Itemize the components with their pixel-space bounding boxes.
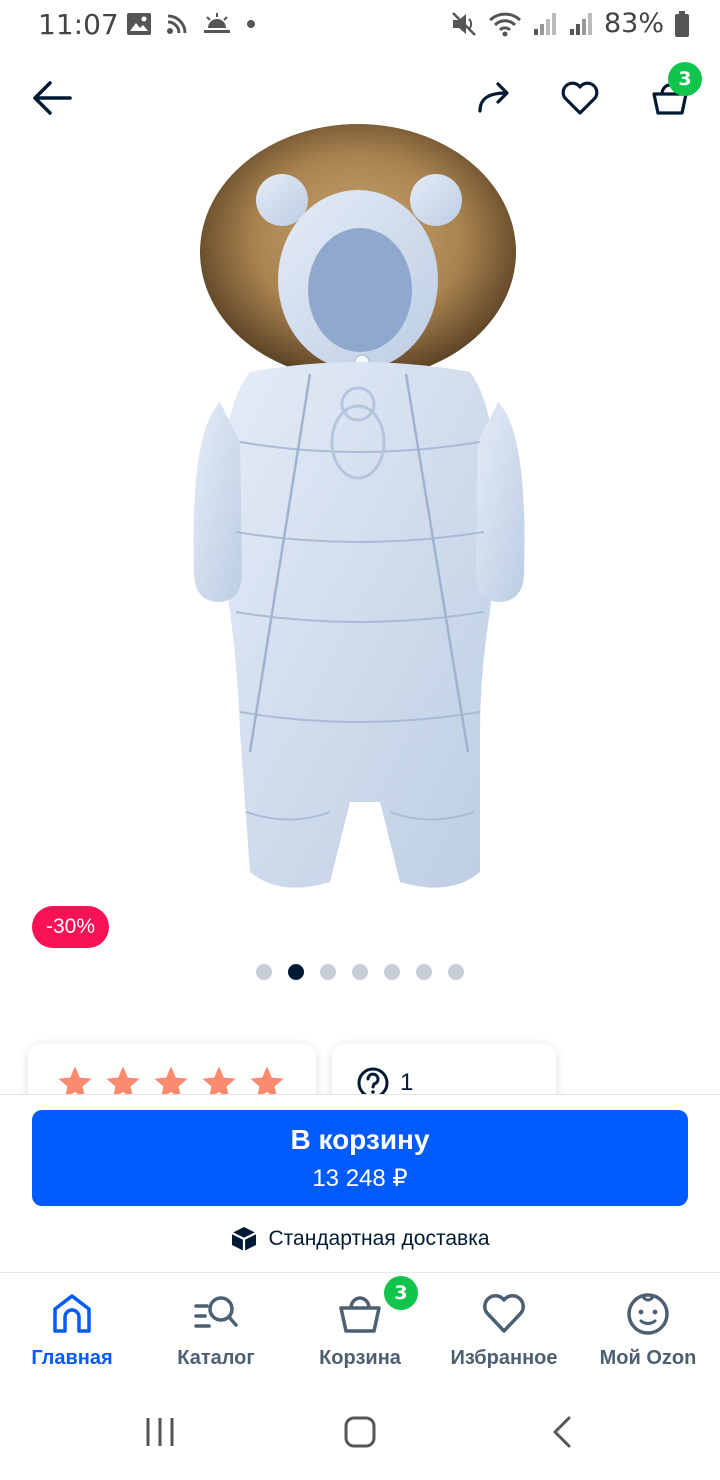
- basket-icon: [336, 1289, 384, 1337]
- add-to-cart-label: В корзину: [290, 1124, 430, 1155]
- recent-apps-icon: [146, 1418, 174, 1446]
- add-to-cart-button[interactable]: В корзину 13 248 ₽: [32, 1110, 688, 1206]
- chevron-left-icon: [553, 1416, 571, 1448]
- nav-home[interactable]: Главная: [0, 1289, 144, 1379]
- weather-icon: [204, 13, 230, 33]
- nav-favorites-label: Избранное: [450, 1347, 558, 1369]
- status-notification-icons: [126, 12, 256, 36]
- nav-cart-badge: 3: [384, 1276, 418, 1310]
- nav-favorites[interactable]: Избранное: [432, 1289, 576, 1379]
- gallery-dot[interactable]: [352, 964, 368, 980]
- system-nav-bar: [0, 1384, 720, 1480]
- mute-icon: [452, 11, 476, 36]
- bottom-nav: Главная Каталог Корзина Избранное Мой Oz…: [0, 1272, 720, 1384]
- cart-count-badge: 3: [668, 62, 702, 96]
- gallery-dot[interactable]: [256, 964, 272, 980]
- gallery-dot[interactable]: [448, 964, 464, 980]
- gallery-dot[interactable]: [416, 964, 432, 980]
- signal-icon: [533, 12, 556, 35]
- profile-face-icon: [624, 1289, 672, 1337]
- dot-icon: [247, 20, 255, 28]
- rss-icon: [167, 14, 187, 34]
- home-icon: [48, 1289, 96, 1337]
- buy-panel: В корзину 13 248 ₽ Стандартная доставка: [0, 1094, 720, 1272]
- home-system-button[interactable]: [330, 1408, 390, 1456]
- favorite-button[interactable]: [556, 72, 604, 124]
- battery-icon: [675, 10, 689, 37]
- gallery-dot[interactable]: [384, 964, 400, 980]
- nav-home-label: Главная: [31, 1347, 113, 1369]
- gallery-pagination[interactable]: [256, 964, 464, 980]
- recent-apps-button[interactable]: [130, 1408, 190, 1456]
- nav-cart-label: Корзина: [319, 1347, 401, 1369]
- price: 13 248 ₽: [312, 1165, 408, 1192]
- nav-my-ozon-label: Мой Ozon: [599, 1347, 697, 1369]
- delivery-info[interactable]: Стандартная доставка: [0, 1225, 720, 1253]
- delivery-text: Стандартная доставка: [268, 1227, 490, 1250]
- nav-my-ozon[interactable]: Мой Ozon: [576, 1289, 720, 1379]
- back-button[interactable]: [26, 72, 78, 124]
- box-icon: [231, 1227, 257, 1251]
- share-arrow-icon: [478, 82, 509, 113]
- battery-percent: 83%: [603, 8, 664, 39]
- nav-catalog[interactable]: Каталог: [144, 1289, 288, 1379]
- back-system-button[interactable]: [532, 1408, 592, 1456]
- gallery-dot[interactable]: [320, 964, 336, 980]
- home-square-icon: [344, 1416, 376, 1448]
- gallery-icon: [127, 13, 151, 35]
- questions-count: 1: [400, 1069, 414, 1096]
- status-time: 11:07: [38, 8, 119, 41]
- nav-catalog-label: Каталог: [177, 1347, 255, 1369]
- status-bar: 11:07 83%: [0, 0, 720, 50]
- arrow-left-icon: [33, 81, 72, 115]
- wifi-icon: [488, 12, 522, 36]
- heart-outline-icon: [561, 81, 599, 115]
- heart-icon: [480, 1289, 528, 1337]
- signal-icon-2: [569, 12, 592, 35]
- product-image[interactable]: [180, 112, 540, 902]
- status-system-icons: 83%: [450, 8, 690, 39]
- discount-badge: -30%: [32, 906, 110, 948]
- catalog-search-icon: [192, 1289, 240, 1337]
- gallery-dot-active[interactable]: [288, 964, 304, 980]
